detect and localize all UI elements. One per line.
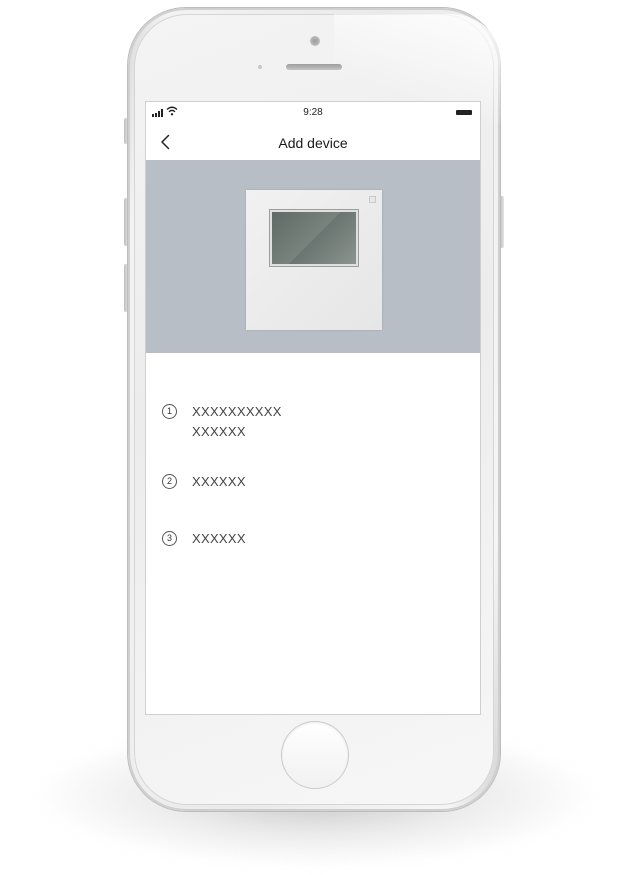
step-text-line: XXXXXX: [192, 531, 246, 546]
status-bar: 9:28: [146, 102, 480, 122]
step-text-line: XXXXXXXXXX: [192, 404, 282, 419]
battery-icon: [456, 110, 472, 115]
navigation-bar: Add device: [146, 126, 480, 160]
step-text: XXXXXX: [192, 529, 246, 549]
status-time: 9:28: [303, 107, 323, 118]
app-mockup-stage: 9:28 Add device 1 XXXXXXXXXX XXXXXX 2 XX…: [0, 0, 632, 875]
thermostat-controller-icon: [246, 190, 382, 330]
power-button: [500, 196, 504, 248]
device-banner: [146, 160, 480, 353]
step-text: XXXXXXXXXX XXXXXX: [192, 402, 282, 442]
step-number-badge: 2: [162, 474, 177, 489]
proximity-sensor: [258, 65, 262, 69]
step-number-badge: 1: [162, 404, 177, 419]
page-title: Add device: [278, 135, 348, 151]
phone-screen: 9:28 Add device 1 XXXXXXXXXX XXXXXX 2 XX…: [146, 102, 480, 714]
home-button[interactable]: [282, 722, 348, 788]
front-camera-icon: [310, 36, 320, 46]
earpiece-speaker: [286, 64, 342, 70]
thermostat-indicator: [369, 196, 376, 203]
step-text-line: XXXXXX: [192, 424, 246, 439]
step-number-badge: 3: [162, 531, 177, 546]
step-text-line: XXXXXX: [192, 474, 246, 489]
thermostat-display: [270, 210, 358, 266]
step-text: XXXXXX: [192, 472, 246, 492]
